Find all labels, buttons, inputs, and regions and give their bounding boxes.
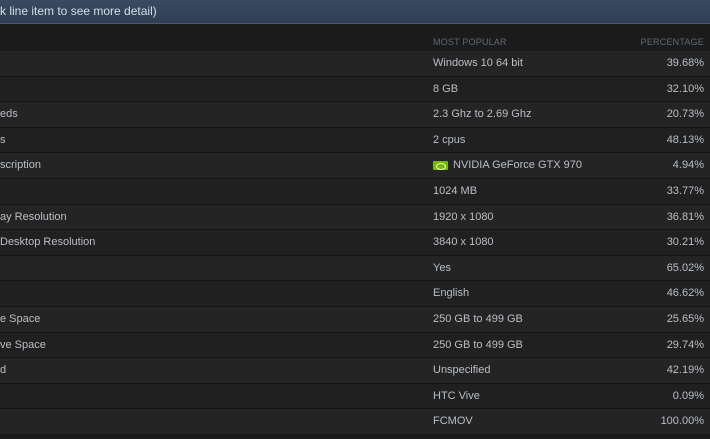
row-most-popular-text: 1920 x 1080 <box>433 210 494 223</box>
row-most-popular: 1024 MB <box>433 185 477 197</box>
table-row[interactable]: 8 GB 32.10% <box>0 76 710 103</box>
row-most-popular-text: 1024 MB <box>433 184 478 197</box>
row-most-popular-text: 2.3 Ghz to 2.69 Ghz <box>433 108 532 121</box>
row-percentage: 36.81% <box>666 210 704 223</box>
row-most-popular: 2 cpus <box>433 134 465 146</box>
row-most-popular-text: 250 GB to 499 GB <box>433 312 523 325</box>
row-percentage: 42.19% <box>666 364 704 377</box>
row-category-label: d <box>0 364 7 377</box>
table-row[interactable]: s 2 cpus 48.13% <box>0 127 710 154</box>
row-most-popular-text: HTC Vive <box>433 389 480 402</box>
row-most-popular: Yes <box>433 262 451 274</box>
row-percentage: 48.13% <box>666 133 704 146</box>
row-most-popular: HTC Vive <box>433 390 480 402</box>
header-bar: k line item to see more detail) <box>0 0 710 24</box>
nvidia-logo-icon <box>433 160 448 170</box>
table-row[interactable]: HTC Vive 0.09% <box>0 383 710 410</box>
hardware-survey-page: k line item to see more detail) MOST POP… <box>0 0 710 439</box>
row-most-popular: NVIDIA GeForce GTX 970 <box>433 159 582 171</box>
row-most-popular: 3840 x 1080 <box>433 236 494 248</box>
row-most-popular-text: 250 GB to 499 GB <box>433 338 523 351</box>
row-percentage: 32.10% <box>666 82 704 95</box>
row-percentage: 0.09% <box>672 389 704 402</box>
row-category-label: scription <box>0 159 41 172</box>
table-row[interactable]: ay Resolution 1920 x 1080 36.81% <box>0 204 710 231</box>
row-category-label: e Space <box>0 312 41 325</box>
row-most-popular: 2.3 Ghz to 2.69 Ghz <box>433 108 531 120</box>
table-row[interactable]: 1024 MB 33.77% <box>0 178 710 205</box>
row-percentage: 46.62% <box>666 287 704 300</box>
row-most-popular-text: 3840 x 1080 <box>433 236 494 249</box>
table-row[interactable]: Windows 10 64 bit 39.68% <box>0 51 710 77</box>
table-row[interactable]: Desktop Resolution 3840 x 1080 30.21% <box>0 230 710 256</box>
table-row[interactable]: English 46.62% <box>0 281 710 307</box>
row-percentage: 39.68% <box>666 57 704 69</box>
table-row[interactable]: eds 2.3 Ghz to 2.69 Ghz 20.73% <box>0 102 710 128</box>
table-row[interactable]: Yes 65.02% <box>0 255 710 282</box>
column-percentage: PERCENTAGE <box>640 37 704 47</box>
row-most-popular: FCMOV <box>433 415 473 427</box>
table-row[interactable]: d Unspecified 42.19% <box>0 358 710 384</box>
row-most-popular-text: Yes <box>433 261 451 274</box>
row-most-popular-text: Windows 10 64 bit <box>433 57 523 69</box>
row-most-popular-text: 2 cpus <box>433 133 466 146</box>
row-most-popular-text: 8 GB <box>433 82 459 95</box>
table-header: MOST POPULAR PERCENTAGE <box>0 31 710 51</box>
row-most-popular: 250 GB to 499 GB <box>433 339 523 351</box>
row-percentage: 30.21% <box>666 236 704 249</box>
table-row[interactable]: e Space 250 GB to 499 GB 25.65% <box>0 306 710 333</box>
header-instruction: k line item to see more detail) <box>0 4 157 18</box>
row-most-popular-text: FCMOV <box>433 415 473 428</box>
row-most-popular-text: NVIDIA GeForce GTX 970 <box>453 159 582 172</box>
row-category-label: ay Resolution <box>0 210 67 223</box>
row-percentage: 65.02% <box>666 261 704 274</box>
row-percentage: 4.94% <box>672 159 704 172</box>
row-percentage: 100.00% <box>660 415 704 428</box>
row-most-popular: English <box>433 287 469 299</box>
table-row[interactable]: scription NVIDIA GeForce GTX 970 4.94% <box>0 153 710 179</box>
row-category-label: Desktop Resolution <box>0 236 96 249</box>
row-most-popular: 250 GB to 499 GB <box>433 313 523 325</box>
row-category-label: eds <box>0 108 18 121</box>
row-most-popular: Windows 10 64 bit <box>433 57 523 69</box>
survey-table: MOST POPULAR PERCENTAGE Windows 10 64 bi… <box>0 31 710 435</box>
table-body: Windows 10 64 bit 39.68% 8 GB 32.10% eds 2.3 … <box>0 51 710 435</box>
row-percentage: 33.77% <box>666 184 704 197</box>
row-percentage: 29.74% <box>666 338 704 351</box>
row-most-popular: 1920 x 1080 <box>433 211 494 223</box>
row-percentage: 25.65% <box>666 312 704 325</box>
table-row[interactable]: ve Space 250 GB to 499 GB 29.74% <box>0 332 710 359</box>
row-most-popular-text: English <box>433 287 470 300</box>
row-most-popular-text: Unspecified <box>433 364 491 377</box>
row-category-label: s <box>0 133 6 146</box>
row-percentage: 20.73% <box>666 108 704 121</box>
row-most-popular: Unspecified <box>433 364 490 376</box>
column-most-popular: MOST POPULAR <box>433 37 507 47</box>
row-category-label: ve Space <box>0 338 46 351</box>
row-most-popular: 8 GB <box>433 83 458 95</box>
table-row[interactable]: FCMOV 100.00% <box>0 409 710 435</box>
